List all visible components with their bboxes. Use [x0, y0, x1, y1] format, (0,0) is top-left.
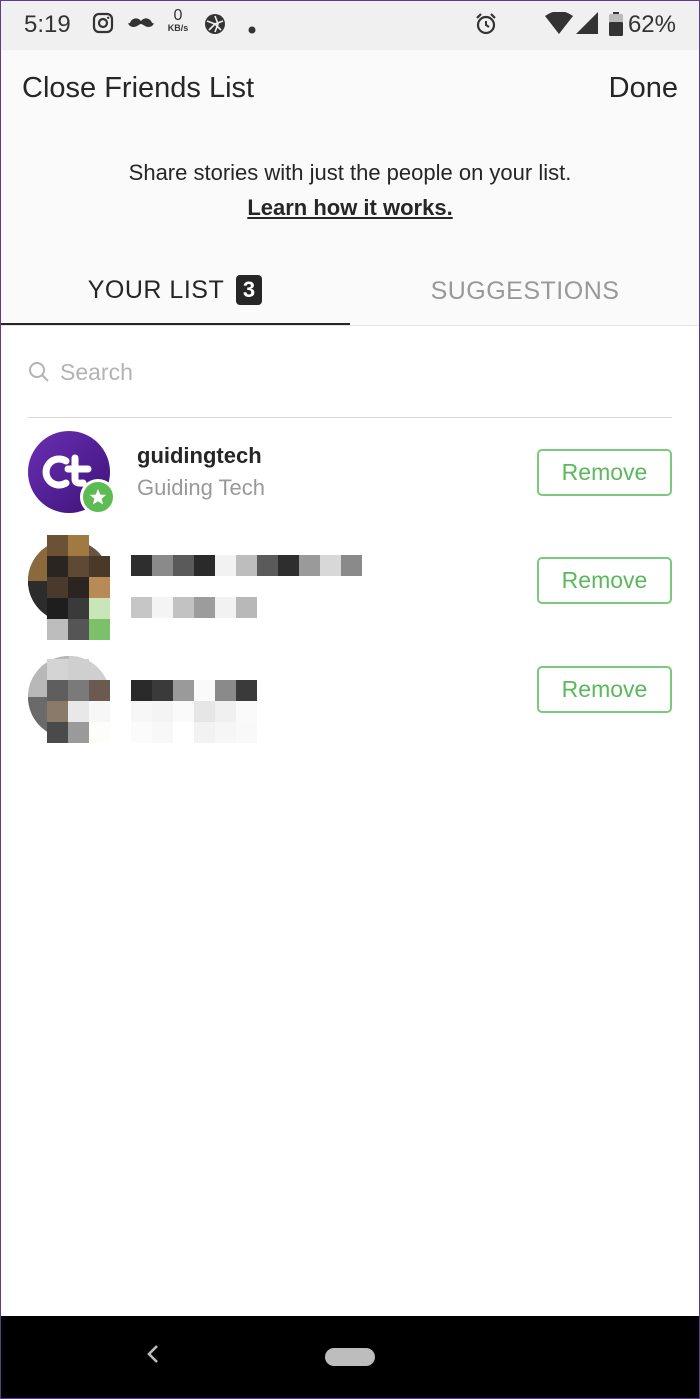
close-friend-star-icon — [80, 479, 116, 515]
search-icon — [28, 361, 50, 388]
remove-button[interactable]: Remove — [537, 449, 672, 496]
back-icon[interactable] — [143, 1342, 163, 1371]
instagram-icon — [92, 12, 114, 39]
home-button[interactable] — [325, 1348, 375, 1366]
navigation-bar — [0, 1316, 700, 1399]
remove-button[interactable]: Remove — [537, 666, 672, 713]
tab-suggestions[interactable]: SUGGESTIONS — [350, 255, 700, 325]
friend-row: Remove — [0, 535, 700, 640]
learn-how-link[interactable]: Learn how it works. — [0, 195, 700, 221]
status-time: 5:19 — [24, 11, 71, 38]
battery-percent: 62% — [627, 11, 676, 38]
page-title: Close Friends List — [22, 72, 255, 104]
signal-icon — [576, 12, 598, 39]
network-speed: 0 KB/s — [167, 7, 189, 33]
friend-row: Remove — [0, 656, 700, 756]
count-badge: 3 — [236, 275, 263, 305]
wifi-icon — [545, 11, 573, 39]
header: Close Friends List Done Share stories wi… — [0, 50, 700, 326]
tab-label: SUGGESTIONS — [430, 277, 620, 305]
dot-icon — [248, 21, 256, 39]
friend-row: guidingtech Guiding Tech Remove — [0, 431, 700, 531]
full-name: Guiding Tech — [137, 475, 266, 500]
remove-button[interactable]: Remove — [537, 557, 672, 604]
battery-icon — [609, 12, 623, 41]
subtitle: Share stories with just the people on yo… — [128, 160, 572, 185]
tab-label: YOUR LIST — [87, 275, 225, 304]
search-bar — [28, 340, 672, 418]
done-button[interactable]: Done — [609, 72, 678, 105]
mustache-icon — [128, 16, 154, 35]
aperture-icon — [203, 12, 227, 41]
status-bar: 5:19 0 KB/s 62% — [0, 0, 700, 50]
tab-your-list[interactable]: YOUR LIST 3 — [0, 255, 350, 325]
alarm-icon — [474, 12, 498, 41]
username[interactable]: guidingtech — [137, 443, 262, 469]
search-input[interactable] — [58, 358, 462, 387]
